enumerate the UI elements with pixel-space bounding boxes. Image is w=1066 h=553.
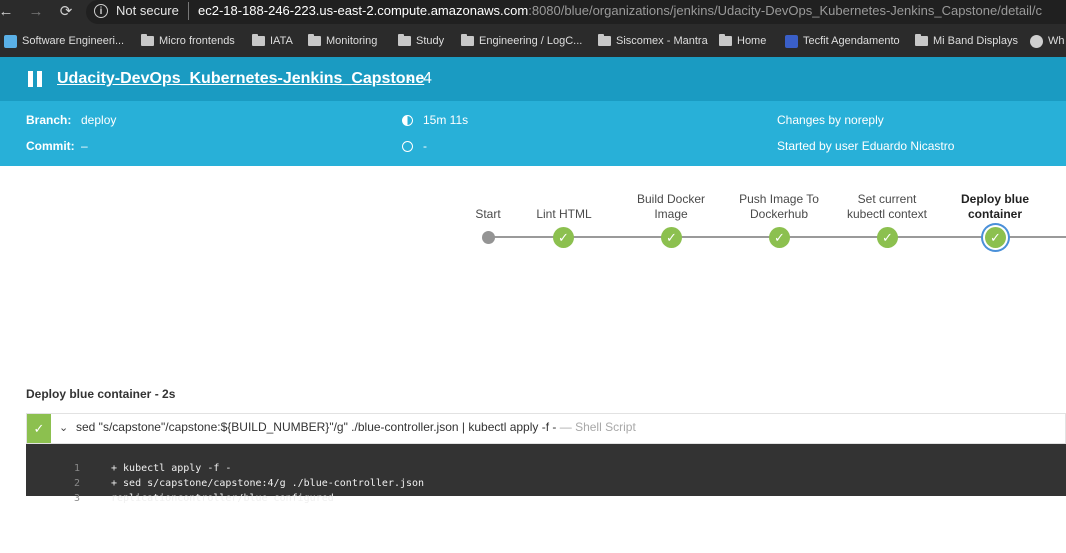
folder-icon xyxy=(719,34,732,46)
console-output: 1 + kubectl apply -f - 2 + sed s/capstone/… xyxy=(26,444,1066,504)
bookmark-label: Home xyxy=(737,35,767,47)
time-value: - xyxy=(423,139,427,153)
bookmark-home[interactable]: Home xyxy=(719,30,766,52)
chevron-left-icon[interactable]: ‹ xyxy=(407,69,412,87)
folder-icon xyxy=(398,34,411,46)
url-host: ec2-18-188-246-223.us-east-2.compute.ama… xyxy=(198,3,529,18)
forward-icon[interactable]: → xyxy=(26,2,46,22)
bookmark-study[interactable]: Study xyxy=(398,30,444,52)
run-header: Udacity-DevOps_Kubernetes-Jenkins_Capsto… xyxy=(0,57,1066,101)
stage-node-build-docker-image[interactable]: ✓ xyxy=(661,227,682,248)
bookmark-software-engineering[interactable]: Software Engineeri... xyxy=(4,30,124,52)
back-icon[interactable]: ← xyxy=(0,2,16,22)
bookmark-siscomex-mantra[interactable]: Siscomex - Mantra xyxy=(598,30,708,52)
url-path: :8080/blue/organizations/jenkins/Udacity… xyxy=(528,3,1043,18)
bookmark-label: Tecfit Agendamento xyxy=(803,35,900,47)
stage-node-push-image[interactable]: ✓ xyxy=(769,227,790,248)
folder-icon xyxy=(141,34,154,46)
folder-icon xyxy=(461,34,474,46)
globe-icon xyxy=(1030,34,1043,48)
step-command: sed "s/capstone"/capstone:${BUILD_NUMBER… xyxy=(76,420,636,434)
step-command-text: sed "s/capstone"/capstone:${BUILD_NUMBER… xyxy=(76,420,557,434)
duration-icon xyxy=(402,115,413,126)
run-details-bar: Branch: deploy Commit: – 15m 11s - Chang… xyxy=(0,101,1066,166)
app-icon xyxy=(4,34,17,48)
bookmark-iata[interactable]: IATA xyxy=(252,30,293,52)
check-icon: ✓ xyxy=(33,421,45,436)
step-row[interactable]: ✓ ⌄ sed "s/capstone"/capstone:${BUILD_NU… xyxy=(26,413,1066,444)
started-text: Started by user Eduardo Nicastro xyxy=(777,139,955,153)
line-number[interactable]: 3 xyxy=(66,491,80,506)
commit-value: – xyxy=(81,139,88,153)
folder-icon xyxy=(308,34,321,46)
log-line: 3 replicationcontroller/blue configured xyxy=(26,476,1066,504)
bookmark-mi-band-displays[interactable]: Mi Band Displays xyxy=(915,30,1018,52)
stage-node-deploy-blue-container[interactable]: ✓ xyxy=(985,227,1006,248)
check-icon: ✓ xyxy=(990,230,1001,245)
stage-label-push-image[interactable]: Push Image To Dockerhub xyxy=(729,192,829,222)
url-divider xyxy=(188,2,189,20)
duration-value: 15m 11s xyxy=(423,113,469,127)
clock-icon xyxy=(402,141,413,152)
bookmark-monitoring[interactable]: Monitoring xyxy=(308,30,377,52)
bookmark-label: Micro frontends xyxy=(159,35,235,47)
stage-node-start xyxy=(482,231,495,244)
changes-text: Changes by noreply xyxy=(777,113,884,127)
pipeline-title-link[interactable]: Udacity-DevOps_Kubernetes-Jenkins_Capsto… xyxy=(57,70,424,88)
run-number: 4 xyxy=(423,70,432,87)
browser-chrome: ← → ⟳ i Not secure ec2-18-188-246-223.us… xyxy=(0,0,1066,57)
bookmark-label: Siscomex - Mantra xyxy=(616,35,708,47)
log-line: 1 + kubectl apply -f - xyxy=(26,446,1066,474)
check-icon: ✓ xyxy=(882,230,893,245)
folder-icon xyxy=(915,34,928,46)
step-type: — Shell Script xyxy=(559,420,636,434)
address-bar[interactable]: i Not secure ec2-18-188-246-223.us-east-… xyxy=(86,0,1066,24)
bookmark-label: Engineering / LogC... xyxy=(479,35,583,47)
reload-icon[interactable]: ⟳ xyxy=(56,2,76,22)
bookmark-wh[interactable]: Wh xyxy=(1030,30,1065,52)
stage-node-lint-html[interactable]: ✓ xyxy=(553,227,574,248)
info-icon[interactable]: i xyxy=(94,4,108,18)
pause-icon xyxy=(28,71,44,87)
bookmark-label: Mi Band Displays xyxy=(933,35,1018,47)
stage-label-deploy-blue-container[interactable]: Deploy blue container xyxy=(950,192,1040,222)
bookmark-label: IATA xyxy=(270,35,293,47)
stage-label-start: Start xyxy=(475,207,501,221)
bookmark-label: Wh xyxy=(1048,35,1065,47)
url-text[interactable]: ec2-18-188-246-223.us-east-2.compute.ama… xyxy=(198,3,1042,18)
log-line: 2 + sed s/capstone/capstone:4/g ./blue-co… xyxy=(26,461,1066,489)
chevron-down-icon[interactable]: ⌄ xyxy=(59,421,68,434)
browser-toolbar: ← → ⟳ i Not secure ec2-18-188-246-223.us… xyxy=(0,0,1066,24)
bookmark-micro-frontends[interactable]: Micro frontends xyxy=(141,30,235,52)
branch-label: Branch: xyxy=(26,113,72,127)
line-text: replicationcontroller/blue configured xyxy=(111,493,334,504)
tecfit-icon xyxy=(785,34,798,48)
stage-label-build-docker-image[interactable]: Build Docker Image xyxy=(621,192,721,222)
stage-log-title: Deploy blue container - 2s xyxy=(26,387,176,401)
bookmark-engineering-logc[interactable]: Engineering / LogC... xyxy=(461,30,582,52)
security-label[interactable]: Not secure xyxy=(116,3,179,18)
bookmark-tecfit-agendamento[interactable]: Tecfit Agendamento xyxy=(785,30,900,52)
commit-label: Commit: xyxy=(26,139,75,153)
bookmark-label: Monitoring xyxy=(326,35,378,47)
branch-value: deploy xyxy=(81,113,117,127)
bookmark-label: Study xyxy=(416,35,445,47)
step-success-icon: ✓ xyxy=(27,414,51,443)
bookmarks-bar: Software Engineeri... Micro frontends IA… xyxy=(0,30,1066,52)
folder-icon xyxy=(598,34,611,46)
stage-label-set-kubectl-context[interactable]: Set current kubectl context xyxy=(837,192,937,222)
check-icon: ✓ xyxy=(666,230,677,245)
stage-label-lint-html[interactable]: Lint HTML xyxy=(524,207,604,222)
check-icon: ✓ xyxy=(774,230,785,245)
check-icon: ✓ xyxy=(558,230,569,245)
bookmark-label: Software Engineeri... xyxy=(22,35,125,47)
stage-node-set-kubectl-context[interactable]: ✓ xyxy=(877,227,898,248)
folder-icon xyxy=(252,34,265,46)
